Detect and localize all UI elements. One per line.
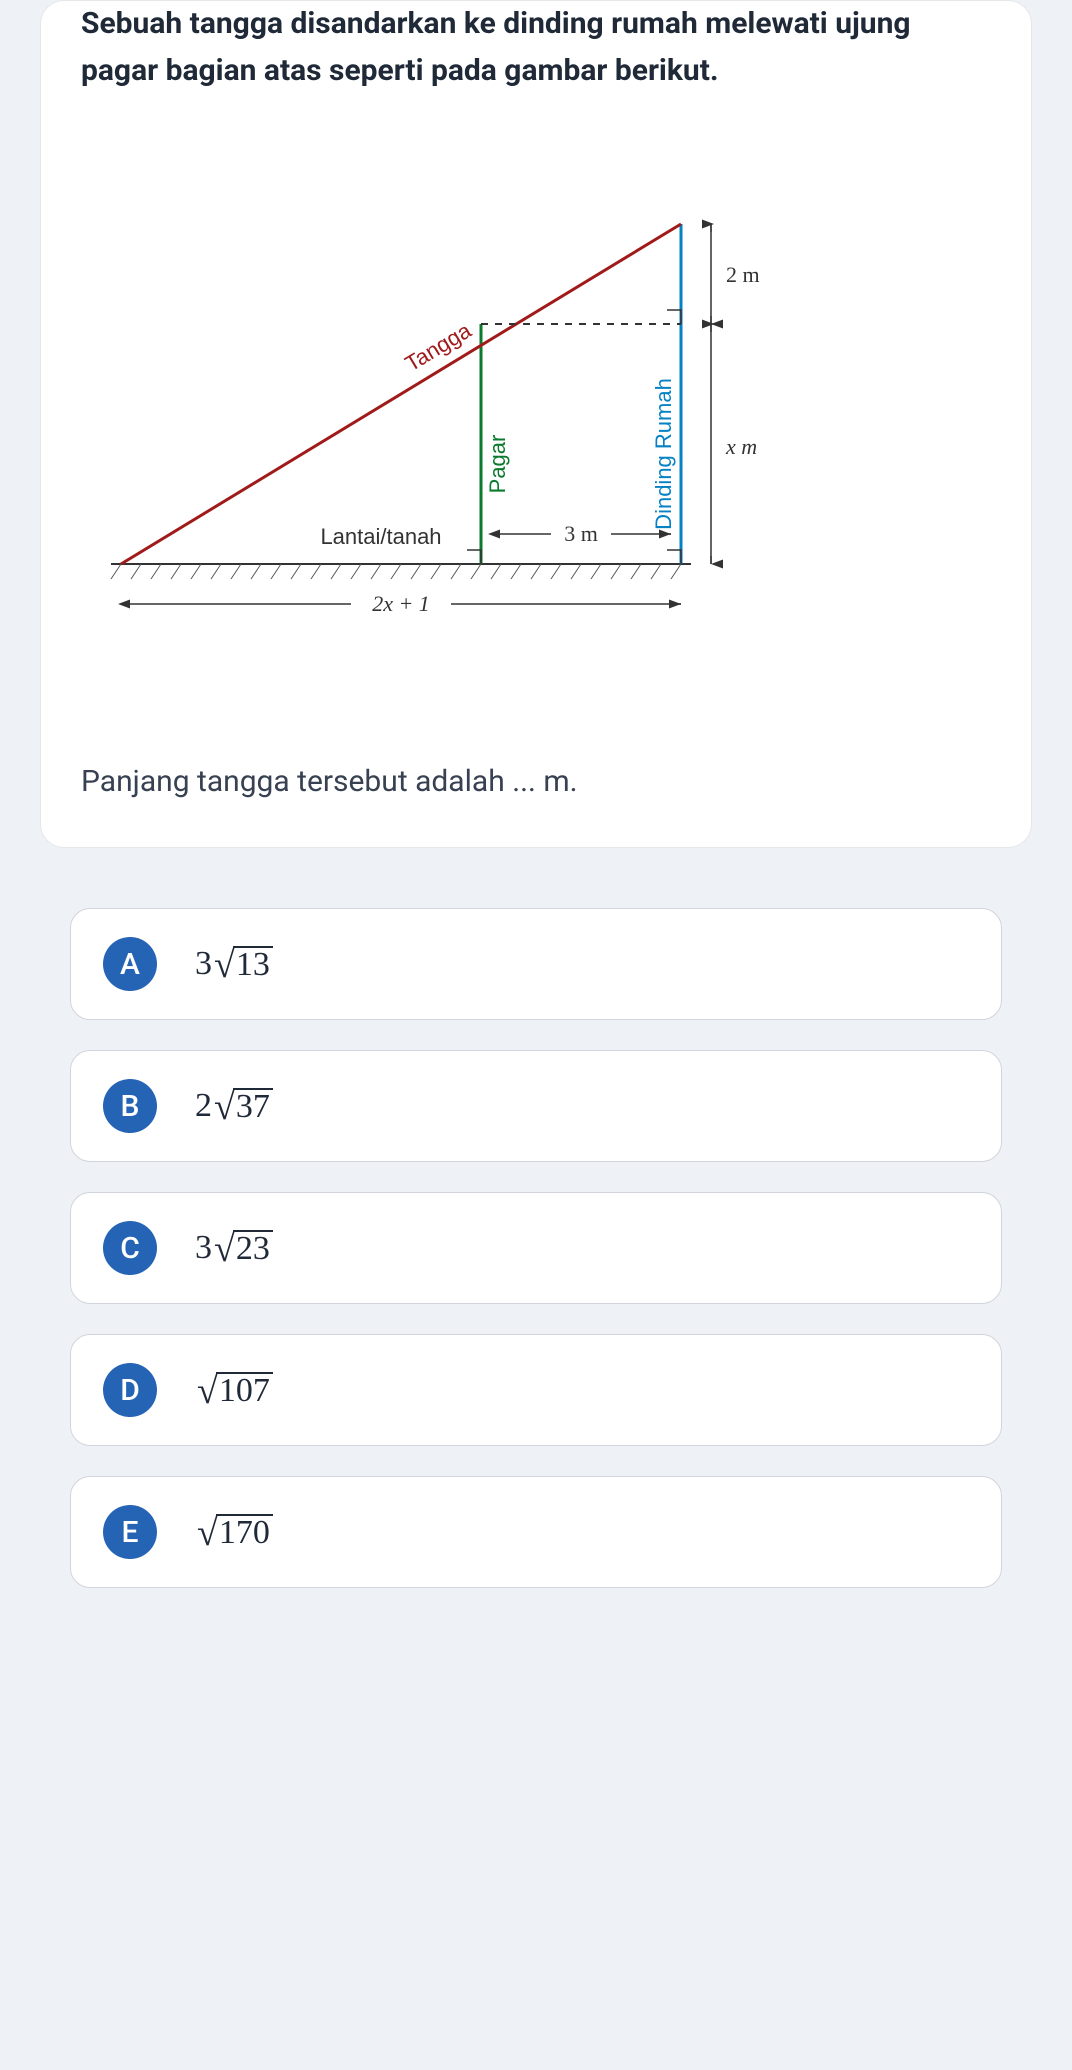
- dim-right: x m: [725, 434, 757, 459]
- options-list: A 3 √13 B 2 √37 C 3 √23 D: [40, 908, 1032, 1648]
- option-value: 3 √13: [195, 945, 273, 983]
- dim-gap: 3 m: [564, 521, 598, 546]
- label-dinding: Dinding Rumah: [651, 378, 676, 530]
- option-d[interactable]: D √107: [70, 1334, 1002, 1446]
- label-tangga: Tangga: [401, 317, 476, 376]
- label-lantai: Lantai/tanah: [320, 524, 441, 549]
- option-value: 3 √23: [195, 1229, 273, 1267]
- label-pagar: Pagar: [485, 435, 510, 494]
- triangle-diagram: Lantai/tanah Tangga Pagar Dinding Rumah …: [81, 164, 801, 684]
- sqrt-icon: √170: [197, 1514, 273, 1550]
- option-value: 2 √37: [195, 1087, 273, 1125]
- question-prompt: Sebuah tangga disandarkan ke dinding rum…: [81, 1, 991, 94]
- option-badge: D: [103, 1363, 157, 1417]
- question-card: Sebuah tangga disandarkan ke dinding rum…: [40, 0, 1032, 848]
- sqrt-icon: √107: [197, 1372, 273, 1408]
- option-badge: A: [103, 937, 157, 991]
- sqrt-icon: √23: [214, 1230, 273, 1266]
- option-c[interactable]: C 3 √23: [70, 1192, 1002, 1304]
- ladder-line: [121, 224, 681, 564]
- option-a[interactable]: A 3 √13: [70, 908, 1002, 1020]
- option-value: √170: [195, 1514, 273, 1550]
- option-badge: B: [103, 1079, 157, 1133]
- option-badge: C: [103, 1221, 157, 1275]
- sqrt-icon: √13: [214, 946, 273, 982]
- dim-top: 2 m: [726, 262, 760, 287]
- option-badge: E: [103, 1505, 157, 1559]
- option-b[interactable]: B 2 √37: [70, 1050, 1002, 1162]
- sqrt-icon: √37: [214, 1088, 273, 1124]
- option-e[interactable]: E √170: [70, 1476, 1002, 1588]
- diagram: Lantai/tanah Tangga Pagar Dinding Rumah …: [81, 134, 991, 734]
- option-value: √107: [195, 1372, 273, 1408]
- question-after: Panjang tangga tersebut adalah ... m.: [81, 764, 991, 799]
- dim-base: 2x + 1: [372, 591, 430, 616]
